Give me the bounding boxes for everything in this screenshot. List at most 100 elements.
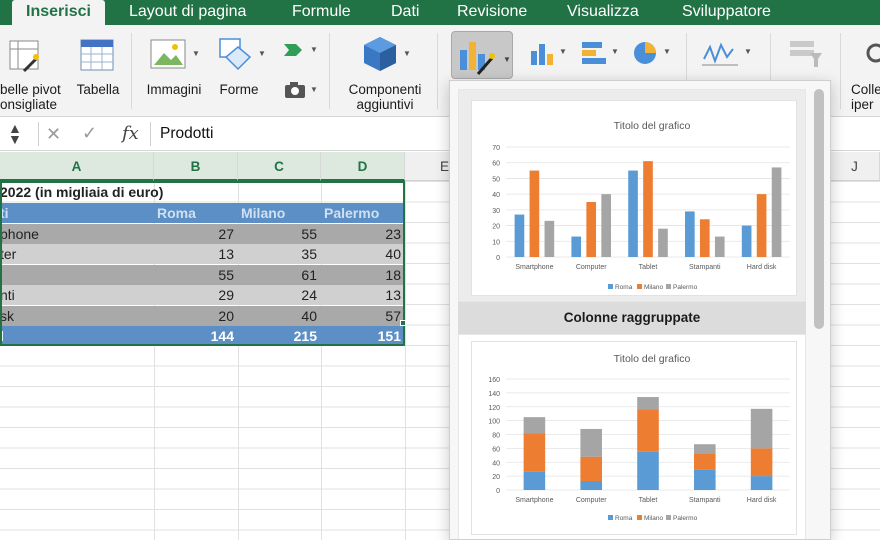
y-tick-label: 70: [492, 145, 500, 152]
tab-revisione[interactable]: Revisione: [457, 0, 527, 25]
ribbon-tab-bar: Inserisci Layout di pagina Formule Dati …: [0, 0, 880, 25]
smartart-icon[interactable]: [282, 41, 306, 59]
sparklines-caret[interactable]: ▼: [744, 47, 752, 56]
addins-dropdown-caret[interactable]: ▼: [403, 49, 411, 58]
addins-cube-icon[interactable]: [362, 35, 398, 73]
total-cell[interactable]: 144: [154, 326, 238, 346]
tab-visualizza[interactable]: Visualizza: [567, 0, 639, 25]
table-cell[interactable]: 40: [321, 244, 405, 264]
column-chart-caret[interactable]: ▼: [559, 47, 567, 56]
table-cell[interactable]: 55: [238, 223, 321, 244]
table-cell[interactable]: 27: [154, 223, 238, 244]
screenshot-icon[interactable]: [284, 81, 306, 99]
table-cell[interactable]: ter: [0, 244, 154, 264]
table-cell[interactable]: 57: [321, 305, 405, 326]
total-cell[interactable]: 215: [238, 326, 321, 346]
tab-formule[interactable]: Formule: [292, 0, 351, 25]
y-tick-label: 120: [488, 405, 500, 412]
table-cell[interactable]: 24: [238, 285, 321, 305]
images-dropdown-caret[interactable]: ▼: [192, 49, 200, 58]
dropdown-scrollbar[interactable]: [814, 89, 824, 329]
chart-option-stacked-column[interactable]: Titolo del grafico 0 20 40 60 80 100 120 140 160 S…: [458, 334, 806, 539]
header-cell-palermo[interactable]: Palermo: [321, 203, 405, 223]
column-chart-icon[interactable]: [528, 41, 556, 67]
y-tick-label: 80: [492, 433, 500, 440]
table-cell[interactable]: 18: [321, 264, 405, 285]
bar-roma: [694, 469, 716, 490]
column-header-c[interactable]: C: [238, 152, 321, 181]
bar-palermo: [544, 220, 555, 257]
ribbon-separator: [131, 33, 132, 109]
column-header-d[interactable]: D: [321, 152, 405, 181]
confirm-icon[interactable]: ✓: [82, 123, 97, 144]
x-tick-label: Computer: [576, 497, 607, 504]
header-cell-product[interactable]: ti: [0, 203, 154, 223]
total-cell[interactable]: 151: [321, 326, 405, 346]
recommended-charts-button[interactable]: ▼: [451, 31, 513, 79]
shapes-icon[interactable]: [218, 37, 254, 71]
x-tick-label: Smartphone: [515, 497, 553, 504]
sparklines-icon[interactable]: [700, 37, 740, 69]
tab-layout-di-pagina[interactable]: Layout di pagina: [129, 0, 246, 25]
table-cell[interactable]: 23: [321, 223, 405, 244]
y-tick-label: 50: [492, 176, 500, 183]
y-tick-label: 0: [496, 488, 500, 495]
table-cell[interactable]: 20: [154, 305, 238, 326]
images-label: Immagini: [146, 82, 202, 97]
table-cell[interactable]: sk: [0, 305, 154, 326]
images-icon[interactable]: [150, 39, 186, 69]
y-tick-label: 100: [488, 419, 500, 426]
table-cell[interactable]: 61: [238, 264, 321, 285]
column-header-b[interactable]: B: [154, 152, 238, 181]
table-cell[interactable]: [0, 264, 154, 285]
header-cell-milano[interactable]: Milano: [238, 203, 321, 223]
legend-label-roma: Roma: [615, 515, 633, 522]
bar-milano: [529, 170, 540, 257]
tab-dati[interactable]: Dati: [391, 0, 419, 25]
bar-roma: [685, 211, 695, 257]
bar-roma: [580, 480, 602, 490]
formula-input[interactable]: Prodotti: [160, 125, 213, 143]
table-cell[interactable]: 13: [321, 285, 405, 305]
column-header-j[interactable]: J: [830, 152, 880, 181]
bar-chart-icon[interactable]: [580, 39, 608, 67]
bar-roma: [750, 476, 773, 490]
insert-function-icon[interactable]: fx: [122, 123, 139, 144]
bar-chart-caret[interactable]: ▼: [611, 47, 619, 56]
x-tick-label: Computer: [576, 264, 607, 271]
tab-inserisci[interactable]: Inserisci: [12, 0, 105, 25]
table-cell[interactable]: 40: [238, 305, 321, 326]
column-header-a[interactable]: A: [0, 152, 154, 181]
pie-chart-icon[interactable]: [632, 39, 660, 67]
header-cell-roma[interactable]: Roma: [154, 203, 238, 223]
bar-milano: [637, 409, 659, 452]
fill-handle[interactable]: [400, 320, 406, 326]
table-cell[interactable]: 29: [154, 285, 238, 305]
total-cell[interactable]: l: [0, 326, 154, 346]
screenshot-dropdown-caret[interactable]: ▼: [310, 85, 318, 94]
table-cell[interactable]: phone: [0, 223, 154, 244]
y-tick-label: 160: [488, 377, 500, 384]
table-cell[interactable]: 55: [154, 264, 238, 285]
recommended-pivot-icon[interactable]: [4, 37, 44, 77]
sheet-title-cell[interactable]: 2022 (in migliaia di euro): [0, 182, 320, 202]
table-cell[interactable]: 35: [238, 244, 321, 264]
ribbon-separator: [840, 33, 841, 109]
legend-swatch-palermo: [666, 515, 671, 520]
chart-option-clustered-column[interactable]: Titolo del grafico 0 10 20 30 40 50 60 70 Smartph…: [458, 89, 806, 302]
shapes-dropdown-caret[interactable]: ▼: [258, 49, 266, 58]
table-cell[interactable]: nti: [0, 285, 154, 305]
legend-label-palermo: Palermo: [673, 515, 698, 522]
pie-chart-caret[interactable]: ▼: [663, 47, 671, 56]
name-box-stepper-icon[interactable]: ▲ ▼: [8, 121, 22, 146]
link-icon[interactable]: [862, 41, 880, 67]
slicer-icon[interactable]: [788, 39, 824, 69]
table-cell[interactable]: 13: [154, 244, 238, 264]
x-tick-label: Tablet: [639, 264, 658, 271]
tab-sviluppatore[interactable]: Sviluppatore: [682, 0, 771, 25]
table-icon[interactable]: [80, 39, 114, 73]
cancel-icon[interactable]: ✕: [46, 124, 61, 145]
shapes-label: Forme: [219, 82, 259, 97]
smartart-dropdown-caret[interactable]: ▼: [310, 45, 318, 54]
legend-swatch-roma: [608, 284, 613, 289]
